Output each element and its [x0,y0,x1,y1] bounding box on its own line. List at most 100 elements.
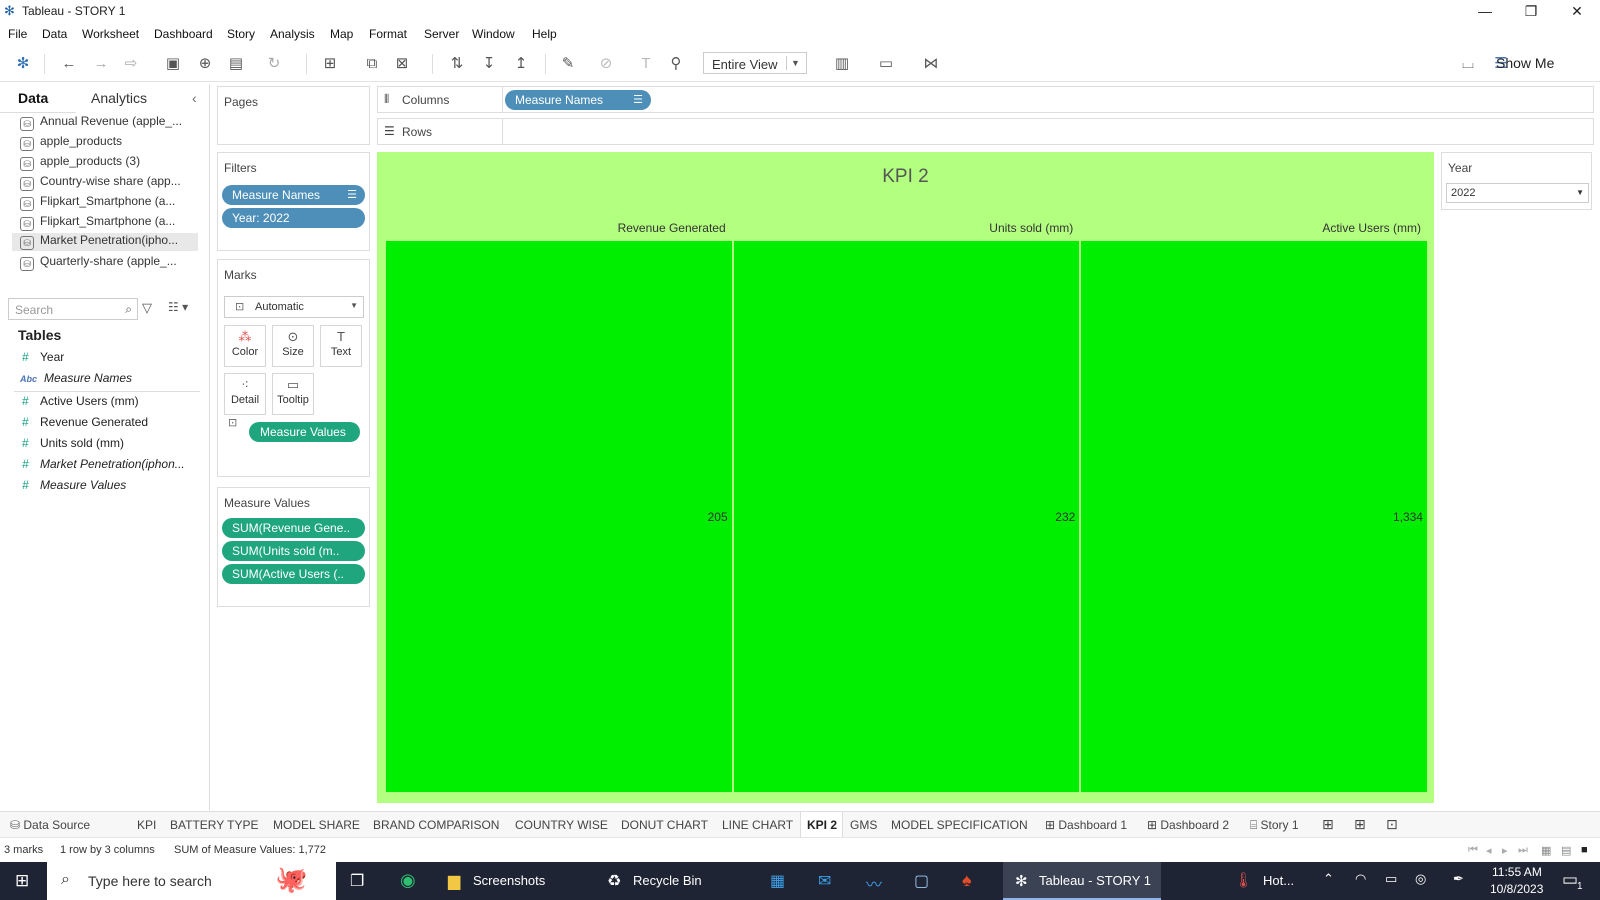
sheet-tab-active[interactable]: KPI 2 [807,818,837,832]
show-me-button[interactable]: Show Me [1496,55,1554,71]
whiteboard-icon[interactable]: 〰 [866,871,882,895]
mark-type-select[interactable]: ⊡ Automatic ▼ [224,296,364,318]
menu-dashboard[interactable]: Dashboard [154,27,213,41]
field-item[interactable]: # Market Penetration(iphon... [22,457,185,471]
datasource-item[interactable]: ⛁ apple_products [20,134,122,152]
measure-value-pill[interactable]: SUM(Active Users (.. [222,564,365,584]
menu-map[interactable]: Map [330,27,353,41]
size-button[interactable]: ⊙ Size [272,325,314,367]
sort-ascending-icon[interactable]: ↧ [479,55,499,73]
task-view-icon[interactable]: ❐ [350,871,364,891]
highlight-icon[interactable]: ✎ [558,55,578,73]
taskbar-app-screenshots[interactable]: Screenshots [473,873,545,888]
new-dashboard-tab-icon[interactable]: ⊞ [1354,816,1366,833]
clear-sheet-icon[interactable]: ⊠ [392,55,412,73]
menu-file[interactable]: File [8,27,27,41]
year-filter-select[interactable]: 2022 ▼ [1446,183,1589,203]
filters-shelf[interactable]: Filters Measure Names ☰ Year: 2022 [217,152,370,251]
sheet-tab[interactable]: MODEL SPECIFICATION [891,818,1028,832]
marks-pill[interactable]: Measure Values [249,422,360,442]
filter-icon[interactable]: ▽ [142,300,152,316]
show-cards-icon[interactable]: ▥ [832,55,852,73]
menu-story[interactable]: Story [227,27,255,41]
datasource-item[interactable]: ⛁ Flipkart_Smartphone (a... [20,194,175,212]
battery-icon[interactable]: ▭ [1385,871,1397,887]
field-item[interactable]: # Revenue Generated [22,415,148,429]
datasource-item[interactable]: ⛁ apple_products (3) [20,154,140,172]
label-icon[interactable]: T [636,55,656,73]
menu-window[interactable]: Window [472,27,515,41]
clock-time[interactable]: 11:55 AM [1492,865,1542,879]
wifi-icon[interactable]: ◠ [1355,871,1366,887]
dashboard-tab[interactable]: ⊞ Dashboard 1 [1045,818,1127,832]
close-icon[interactable]: ✕ [1554,0,1600,24]
sheet-tab[interactable]: MODEL SHARE [273,818,360,832]
column-header[interactable]: Units sold (mm) [734,221,1073,235]
tooltip-button[interactable]: ▭ Tooltip [272,373,314,415]
redo-icon[interactable]: → [91,55,111,73]
new-story-tab-icon[interactable]: ⊡ [1386,816,1398,833]
camera-icon[interactable]: ◎ [1415,871,1426,887]
share-icon[interactable]: ⋈ [921,55,941,73]
store-icon[interactable]: ▦ [770,871,785,891]
menu-worksheet[interactable]: Worksheet [82,27,139,41]
swap-icon[interactable]: ⇅ [447,55,467,73]
pause-updates-icon[interactable]: ▤ [226,55,246,73]
view-options-icon[interactable]: ☷ ▾ [168,300,188,314]
nav-prev-icon[interactable]: ◂ [1486,844,1492,857]
sheet-tab[interactable]: BATTERY TYPE [170,818,258,832]
field-item[interactable]: # Active Users (mm) [22,394,139,408]
pages-shelf[interactable]: Pages [217,86,370,145]
viz-canvas[interactable]: KPI 2 Revenue Generated 205 Units sold (mm… [377,152,1434,803]
tab-data-source[interactable]: ⛁ Data Source [10,818,90,832]
column-header[interactable]: Active Users (mm) [1081,221,1421,235]
feedback-icon[interactable]: ▢ [914,871,929,891]
sorter-view-icon[interactable]: ▤ [1561,844,1571,857]
field-item[interactable]: # Units sold (mm) [22,436,124,450]
presentation-icon[interactable]: ▭ [876,55,896,73]
dashboard-tab[interactable]: ⊞ Dashboard 2 [1147,818,1229,832]
sort-descending-icon[interactable]: ↥ [511,55,531,73]
notifications-icon[interactable]: ▭ [1562,870,1578,890]
clock-date[interactable]: 10/8/2023 [1490,882,1543,896]
menu-server[interactable]: Server [424,27,459,41]
menu-format[interactable]: Format [369,27,407,41]
save-icon[interactable]: ▣ [163,55,183,73]
datasource-item[interactable]: ⛁ Annual Revenue (apple_... [20,114,182,132]
measure-value-pill[interactable]: SUM(Units sold (m.. [222,541,365,561]
tabs-view-icon[interactable]: ■ [1581,844,1588,856]
folder-icon[interactable]: ▆ [448,871,460,891]
chevron-up-icon[interactable]: ⌃ [1323,871,1334,887]
new-worksheet-tab-icon[interactable]: ⊞ [1322,816,1334,833]
measure-values-shelf[interactable]: Measure Values SUM(Revenue Gene.. SUM(Un… [217,487,370,607]
datasource-item[interactable]: ⛁ Quarterly-share (apple_... [20,254,177,272]
duplicate-sheet-icon[interactable]: ⧉ [362,55,382,73]
sheet-tab[interactable]: COUNTRY WISE [515,818,608,832]
taskbar-search-input[interactable]: ⌕ Type here to search 🐙 [47,862,336,900]
filter-pill[interactable]: Measure Names ☰ [222,185,365,205]
sheet-tab[interactable]: DONUT CHART [621,818,708,832]
sheet-tab[interactable]: BRAND COMPARISON [373,818,499,832]
nav-last-icon[interactable]: ⏭ [1518,844,1528,857]
rows-shelf[interactable]: ☰ Rows [377,118,1594,145]
pin-icon[interactable]: ⚲ [666,55,686,73]
restore-icon[interactable]: ❐ [1508,0,1554,24]
minimize-icon[interactable]: — [1462,0,1508,24]
new-worksheet-icon[interactable]: ⊞ [320,55,340,73]
recycle-bin-icon[interactable]: ♻ [607,871,621,891]
edge-icon[interactable]: ◉ [400,870,416,891]
tab-analytics[interactable]: Analytics [91,90,147,106]
thermometer-icon[interactable]: 🌡 [1234,871,1253,889]
search-input[interactable]: Search ⌕ [8,298,138,320]
fit-select[interactable]: Entire View ▼ [703,52,807,74]
column-header[interactable]: Revenue Generated [386,221,726,235]
nav-next-icon[interactable]: ▸ [1502,844,1508,857]
sheet-tab[interactable]: KPI [137,818,156,832]
replay-icon[interactable]: ⇨ [121,55,141,73]
sheet-tab[interactable]: LINE CHART [722,818,793,832]
taskbar-active-app[interactable]: ✻ Tableau - STORY 1 [1003,862,1161,900]
text-button[interactable]: T Text [320,325,362,367]
tableau-home-icon[interactable]: ✻ [13,55,33,73]
datasource-item[interactable]: ⛁ Flipkart_Smartphone (a... [20,214,175,232]
measure-value-pill[interactable]: SUM(Revenue Gene.. [222,518,365,538]
